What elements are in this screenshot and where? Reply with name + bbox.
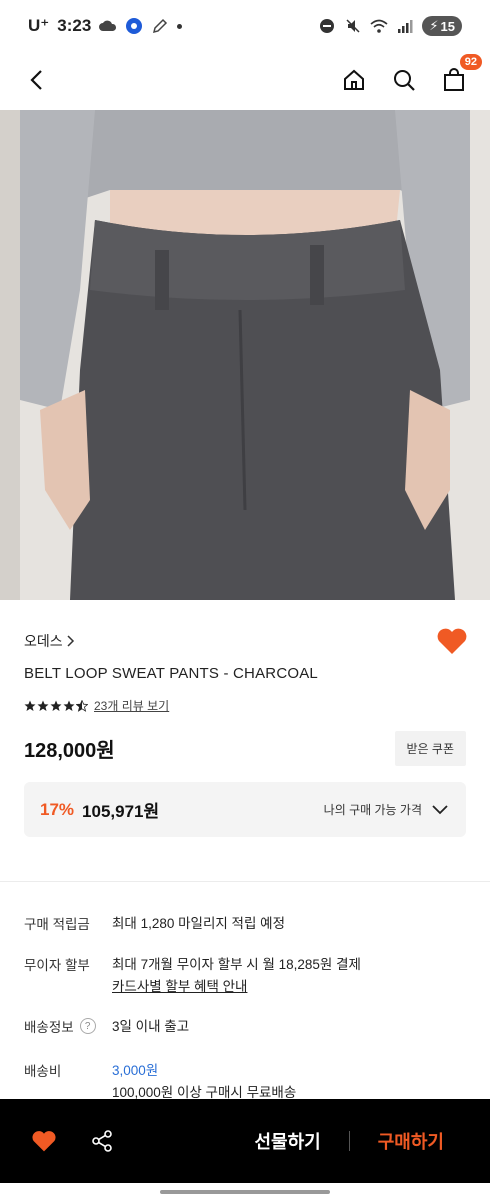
bottom-wishlist-button[interactable]: [30, 1127, 58, 1155]
back-button[interactable]: [22, 66, 50, 94]
gift-button[interactable]: 선물하기: [255, 1128, 321, 1154]
shipping-fee-label: 배송비: [24, 1064, 62, 1079]
brand-name: 오데스: [24, 633, 63, 649]
star-icon: [37, 700, 49, 711]
wifi-icon: [370, 17, 388, 35]
heart-icon: [437, 628, 467, 654]
chevron-down-icon: [432, 804, 448, 814]
more-notifications-dot: [177, 23, 183, 29]
cart-button[interactable]: 92: [440, 54, 482, 94]
price-row: 128,000원 받은 쿠폰: [24, 730, 466, 766]
discount-box[interactable]: 17% 105,971원 나의 구매 가능 가격: [24, 782, 466, 837]
chevron-left-icon: [30, 70, 42, 90]
star-icon: [63, 700, 75, 711]
bolt-icon: ⚡: [429, 18, 439, 33]
do-not-disturb-icon: [318, 17, 336, 35]
battery-indicator: ⚡ 15: [422, 16, 462, 36]
bottom-separator: [348, 1131, 350, 1151]
shipping-fee-row: 배송비 3,000원 100,000원 이상 구매시 무료배송: [24, 1060, 466, 1104]
product-price: 128,000원: [24, 739, 115, 762]
installment-row: 무이자 할부 최대 7개월 무이자 할부 시 월 18,285원 결제 카드사별…: [24, 954, 466, 998]
heart-icon: [32, 1131, 56, 1152]
chevron-right-icon: [67, 635, 74, 647]
cart-count-badge: 92: [459, 54, 482, 70]
section-divider: [0, 881, 490, 882]
discount-price: 105,971원: [82, 802, 160, 821]
status-bar: U⁺ 3:23 ⚡ 15: [0, 0, 490, 52]
shopping-bag-icon: [444, 68, 464, 91]
shipping-info-row: 배송정보 ? 3일 이내 출고: [24, 1016, 466, 1038]
points-label: 구매 적립금: [24, 917, 90, 932]
coupon-button[interactable]: 받은 쿠폰: [394, 730, 466, 766]
installment-label: 무이자 할부: [24, 958, 90, 973]
help-icon[interactable]: ?: [79, 1018, 96, 1034]
shipping-fee-value: 3,000원: [112, 1063, 159, 1078]
battery-level: 15: [440, 18, 455, 34]
brand-row: 오데스: [24, 626, 468, 656]
my-price-toggle[interactable]: 나의 구매 가능 가격: [324, 801, 448, 818]
rating-row: 23개 리뷰 보기: [24, 697, 169, 714]
product-image[interactable]: [0, 110, 490, 600]
star-icon: [50, 700, 62, 711]
shipping-info-value: 3일 이내 출고: [112, 1019, 190, 1034]
product-photo: [0, 110, 490, 600]
brand-link[interactable]: 오데스: [24, 631, 75, 651]
my-price-label: 나의 구매 가능 가격: [323, 803, 422, 817]
star-rating: [24, 699, 88, 712]
carrier-label: U⁺: [28, 16, 50, 35]
installment-value: 최대 7개월 무이자 할부 시 월 18,285원 결제: [112, 957, 361, 972]
product-title: BELT LOOP SWEAT PANTS - CHARCOAL: [24, 665, 318, 682]
installment-benefit-link[interactable]: 카드사별 할부 혜택 안내: [112, 979, 247, 994]
shipping-fee-note: 100,000원 이상 구매시 무료배송: [112, 1085, 297, 1100]
home-indicator[interactable]: [160, 1189, 330, 1194]
search-button[interactable]: [390, 66, 418, 94]
bottom-action-bar: 선물하기 구매하기: [0, 1099, 490, 1183]
home-button[interactable]: [340, 66, 368, 94]
shipping-info-label: 배송정보: [24, 1020, 74, 1035]
points-row: 구매 적립금 최대 1,280 마일리지 적립 예정: [24, 913, 466, 935]
half-star-icon: [76, 699, 88, 712]
signal-icon: [396, 17, 414, 35]
status-time: 3:23: [57, 16, 92, 35]
buy-button[interactable]: 구매하기: [378, 1128, 444, 1154]
cloud-icon: [99, 17, 117, 35]
mute-icon: [344, 17, 362, 35]
points-value: 최대 1,280 마일리지 적립 예정: [112, 916, 285, 931]
share-icon: [92, 1130, 112, 1152]
gesture-nav-bar: [0, 1183, 490, 1200]
discount-rate: 17%: [40, 799, 75, 819]
star-icon: [24, 700, 36, 711]
share-button[interactable]: [88, 1127, 116, 1155]
wishlist-button[interactable]: [436, 626, 468, 656]
search-icon: [394, 70, 415, 91]
home-icon: [344, 69, 364, 90]
pen-icon: [151, 17, 169, 35]
review-link[interactable]: 23개 리뷰 보기: [94, 697, 169, 714]
app-header: 92: [0, 52, 490, 108]
app-notification-icon: [125, 17, 143, 35]
